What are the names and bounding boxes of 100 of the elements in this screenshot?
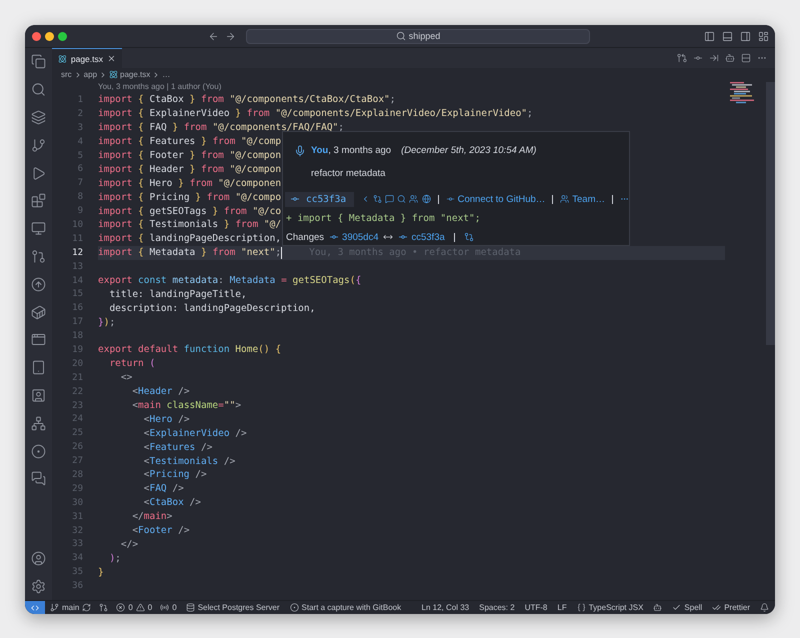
branch-status[interactable]: main xyxy=(50,603,92,612)
files-icon[interactable] xyxy=(31,54,46,70)
problems-status[interactable]: 0 0 xyxy=(116,603,152,612)
code-line: <ExplainerVideo /> xyxy=(142,428,247,439)
close-window-button[interactable] xyxy=(32,32,41,40)
chat-icon[interactable] xyxy=(31,471,46,486)
line-number: 14 xyxy=(71,276,84,286)
line-number: 24 xyxy=(71,414,84,424)
right-panel-icon[interactable] xyxy=(740,30,751,42)
line-number: 1 xyxy=(76,94,84,105)
line-number: 3 xyxy=(76,122,84,133)
search-field[interactable]: shipped xyxy=(246,28,590,44)
connect-github-link[interactable]: Connect to GitHub… xyxy=(458,194,546,205)
warning-icon xyxy=(136,603,145,612)
breadcrumb-item[interactable]: app xyxy=(84,70,98,79)
bottom-panel-icon[interactable] xyxy=(722,30,733,42)
code-line: <Hero /> xyxy=(142,414,190,425)
cursor-position[interactable]: Ln 12, Col 33 xyxy=(422,603,470,612)
code-line: <Pricing /> xyxy=(142,469,207,480)
globe-icon[interactable] xyxy=(422,194,431,204)
database-icon xyxy=(186,603,195,612)
commit-sha-link[interactable]: 3905dc4 xyxy=(329,232,378,243)
commit-sha-chip[interactable]: cc53f3a xyxy=(285,192,354,207)
code-line: import { Features } from "@/comp xyxy=(98,136,282,148)
gitbook-status[interactable]: Start a capture with GitBook xyxy=(290,603,402,612)
code-line: import { Metadata } from "next"; xyxy=(98,247,282,258)
breadcrumb-item[interactable]: src xyxy=(61,70,72,79)
target-icon[interactable] xyxy=(31,444,46,459)
bell-icon[interactable] xyxy=(760,603,769,612)
window-icon[interactable] xyxy=(31,332,46,348)
pull-request-icon[interactable] xyxy=(677,53,687,63)
back-arrow-icon[interactable] xyxy=(208,30,219,42)
layers-icon[interactable] xyxy=(31,110,46,125)
commit-sha-link[interactable]: cc53f3a xyxy=(398,232,445,243)
left-panel-icon[interactable] xyxy=(704,30,715,42)
line-number: 15 xyxy=(71,289,84,300)
code-line: <Features /> xyxy=(142,442,212,453)
code-line: <main className=""> xyxy=(131,400,242,412)
line-ending-status[interactable]: LF xyxy=(557,603,567,612)
ports-status[interactable]: 0 xyxy=(160,603,177,612)
layout-icon[interactable] xyxy=(758,30,769,42)
forward-arrow-icon[interactable] xyxy=(225,30,236,42)
search-icon[interactable] xyxy=(397,194,406,204)
arrow-to-line-icon[interactable] xyxy=(709,53,719,63)
prettier-status[interactable]: Prettier xyxy=(712,603,750,612)
breadcrumb-item[interactable]: page.tsx xyxy=(120,70,150,79)
breadcrumb-item[interactable]: … xyxy=(162,70,170,79)
container-icon[interactable] xyxy=(31,304,46,320)
team-link[interactable]: Team… xyxy=(572,194,605,205)
indentation-status[interactable]: Spaces: 2 xyxy=(479,603,515,612)
text-cursor xyxy=(281,246,282,259)
pull-request-icon[interactable] xyxy=(31,248,46,264)
zoom-window-button[interactable] xyxy=(58,32,67,40)
account-icon[interactable] xyxy=(31,550,46,566)
settings-icon[interactable] xyxy=(31,578,46,594)
line-number: 30 xyxy=(71,498,84,508)
sync-icon xyxy=(82,603,92,612)
user-square-icon[interactable] xyxy=(31,388,46,403)
file-tab[interactable]: page.tsx xyxy=(52,48,122,68)
comment-icon[interactable] xyxy=(385,194,394,204)
blocks-icon[interactable] xyxy=(31,193,46,208)
close-tab-button[interactable] xyxy=(107,54,116,63)
line-number: 16 xyxy=(71,303,84,314)
line-number: 19 xyxy=(71,344,84,355)
line-number: 9 xyxy=(76,206,84,216)
line-number: 31 xyxy=(71,512,84,522)
scrollbar[interactable] xyxy=(766,82,775,345)
author-link[interactable]: You xyxy=(311,145,328,156)
search-text: shipped xyxy=(408,31,440,41)
code-line: <Testimonials /> xyxy=(142,456,236,467)
compare-icon[interactable] xyxy=(464,232,474,242)
line-number: 29 xyxy=(71,484,84,494)
play-icon[interactable] xyxy=(31,166,46,181)
network-icon[interactable] xyxy=(31,416,46,431)
tablet-icon[interactable] xyxy=(31,360,46,376)
remote-button[interactable] xyxy=(25,601,45,614)
split-editor-icon[interactable] xyxy=(741,53,751,63)
encoding-status[interactable]: UTF-8 xyxy=(524,603,548,612)
branch-icon[interactable] xyxy=(31,138,46,153)
braces-icon xyxy=(576,603,586,612)
line-number: 36 xyxy=(71,581,84,592)
spell-status[interactable]: Spell xyxy=(672,603,702,612)
minimize-window-button[interactable] xyxy=(45,32,54,40)
compare-icon[interactable] xyxy=(373,194,382,204)
mic-icon xyxy=(294,144,306,157)
line-number: 5 xyxy=(76,150,84,160)
line-number: 34 xyxy=(71,553,84,564)
robot-icon[interactable] xyxy=(725,53,735,63)
code-line: import { Pricing } from "@/compo xyxy=(98,192,282,203)
code-line: import { CtaBox } from "@/components/CtaBox/CtaBox"; xyxy=(98,94,396,106)
monitor-icon[interactable] xyxy=(31,221,46,236)
robot-icon[interactable] xyxy=(653,603,662,612)
pull-request-icon[interactable] xyxy=(99,603,108,612)
postgres-status[interactable]: Select Postgres Server xyxy=(186,603,280,612)
search-icon[interactable] xyxy=(31,82,46,98)
code-line: import { landingPageDescription, xyxy=(98,233,282,244)
language-status[interactable]: TypeScript JSX xyxy=(576,603,644,612)
blame-codelens[interactable]: You, 3 months ago | 1 author (You) xyxy=(52,82,725,93)
people-icon[interactable] xyxy=(409,194,419,204)
team-icon[interactable] xyxy=(560,194,570,204)
